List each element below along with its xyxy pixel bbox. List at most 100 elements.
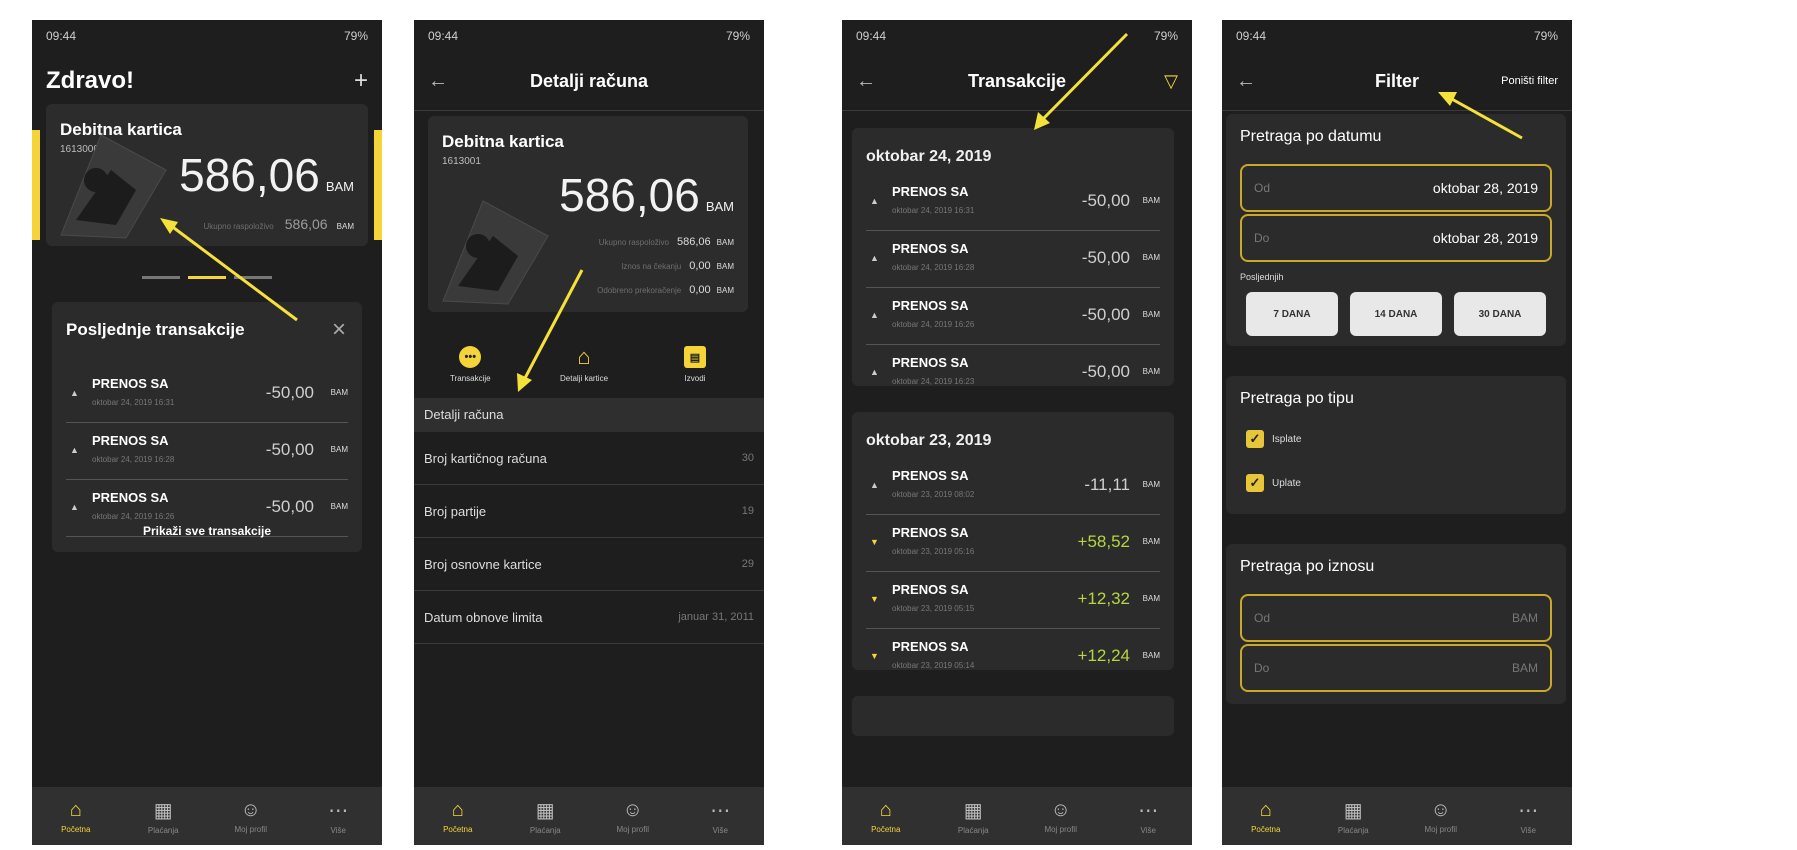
list-item[interactable]: ▲ PRENOS SA oktobar 24, 2019 16:28 -50,00 BA… — [866, 231, 1160, 288]
list-item[interactable]: ▲ PRENOS SA oktobar 24, 2019 16:23 -50,00 BA… — [866, 345, 1160, 401]
pager-dot-3[interactable] — [234, 276, 272, 279]
transactions-button[interactable]: ••• Transakcije — [450, 346, 491, 383]
detail-row[interactable]: Broj partije 19 — [414, 485, 764, 538]
recent-transactions-panel: Posljednje transakcije × ▲ PRENOS SA okt… — [52, 302, 362, 552]
to-value: oktobar 28, 2019 — [1432, 230, 1538, 246]
card-pager-right[interactable] — [374, 130, 382, 240]
nav-more[interactable]: ⋯ Više — [1105, 787, 1193, 845]
amount-from-field[interactable]: Od BAM — [1240, 594, 1552, 642]
pager-dot-1[interactable] — [142, 276, 180, 279]
nav-profile[interactable]: ☺ Moj profil — [1397, 787, 1485, 845]
status-bar: 09:44 79% — [842, 20, 1192, 52]
details-section: Detalji računa Broj kartičnog računa 30 B… — [414, 398, 764, 644]
list-item[interactable]: ▲ PRENOS SA oktobar 24, 2019 16:31 -50,00 BA… — [866, 174, 1160, 231]
nav-profile[interactable]: ☺ Moj profil — [207, 787, 295, 845]
to-label: Do — [1254, 231, 1270, 245]
nav-payments[interactable]: ▦ Plaćanja — [930, 787, 1018, 845]
list-item[interactable]: ▲ PRENOS SA oktobar 23, 2019 08:02 -11,11 BA… — [866, 458, 1160, 515]
card-pager-left[interactable] — [32, 130, 40, 240]
nav-more[interactable]: ⋯ Više — [295, 787, 383, 845]
transaction-group-partial — [852, 696, 1174, 736]
nav-more[interactable]: ⋯ Više — [677, 787, 765, 845]
payments-icon: ▦ — [1343, 799, 1363, 822]
card-details-button[interactable]: ⌂ Detalji kartice — [560, 344, 609, 383]
statements-button[interactable]: ▤ Izvodi — [684, 346, 706, 383]
home-icon: ⌂ — [1259, 798, 1272, 821]
tx-currency: BAM — [330, 445, 348, 454]
detail-row[interactable]: Broj osnovne kartice 29 — [414, 538, 764, 591]
tx-date: oktobar 24, 2019 16:26 — [92, 512, 175, 521]
detail-row[interactable]: Broj kartičnog računa 30 — [414, 432, 764, 485]
reset-filter-button[interactable]: Poništi filter — [1501, 75, 1558, 87]
show-all-button[interactable]: Prikaži sve transakcije — [52, 524, 362, 538]
tx-date: oktobar 23, 2019 05:16 — [892, 547, 975, 556]
nav-home[interactable]: ⌂ Početna — [842, 787, 930, 845]
filter-icon[interactable]: ▽ — [1164, 71, 1178, 92]
debit-card[interactable]: Debitna kartica 1613000 586,06 BAM Ukupno… — [46, 104, 368, 246]
date-from-field[interactable]: Od oktobar 28, 2019 — [1240, 164, 1552, 212]
nav-home[interactable]: ⌂ Početna — [1222, 787, 1310, 845]
debit-card[interactable]: Debitna kartica 1613001 586,06 BAM Ukupno… — [428, 116, 748, 312]
tx-title: PRENOS SA — [892, 298, 969, 313]
detail-value: 586,06 — [677, 236, 711, 248]
deposits-label: Uplate — [1272, 477, 1301, 489]
tx-value: -50,00 — [265, 497, 314, 516]
status-time: 09:44 — [1236, 29, 1267, 43]
chip-30-days[interactable]: 30 DANA — [1454, 292, 1546, 336]
chip-14-days[interactable]: 14 DANA — [1350, 292, 1442, 336]
nav-profile[interactable]: ☺ Moj profil — [589, 787, 677, 845]
list-item[interactable]: ▲ PRENOS SA oktobar 24, 2019 16:26 -50,00 BA… — [866, 288, 1160, 345]
nav-more-label: Više — [1520, 825, 1536, 835]
nav-profile[interactable]: ☺ Moj profil — [1017, 787, 1105, 845]
list-item[interactable]: ▼ PRENOS SA oktobar 23, 2019 05:15 +12,32 BA… — [866, 572, 1160, 629]
status-time: 09:44 — [856, 29, 887, 43]
amount-to-field[interactable]: Do BAM — [1240, 644, 1552, 692]
row-label: Datum obnove limita — [424, 609, 543, 625]
list-item[interactable]: ▲ PRENOS SA oktobar 24, 2019 16:31 -50,0… — [66, 366, 348, 423]
nav-payments[interactable]: ▦ Plaćanja — [120, 787, 208, 845]
app-bar: Zdravo! + — [32, 52, 382, 110]
date-to-field[interactable]: Do oktobar 28, 2019 — [1240, 214, 1552, 262]
card-details-label: Detalji kartice — [560, 374, 609, 383]
add-icon[interactable]: + — [354, 67, 368, 95]
nav-profile-label: Moj profil — [234, 824, 267, 834]
checkbox-deposits[interactable]: ✓ Uplate — [1246, 474, 1301, 492]
list-item[interactable]: ▲ PRENOS SA oktobar 24, 2019 16:28 -50,0… — [66, 423, 348, 480]
nav-payments[interactable]: ▦ Plaćanja — [1310, 787, 1398, 845]
amount-to-currency: BAM — [1511, 661, 1538, 675]
status-battery: 79% — [343, 29, 368, 43]
nav-more-label: Više — [330, 825, 346, 835]
nav-home[interactable]: ⌂ Početna — [32, 787, 120, 845]
list-item[interactable]: ▼ PRENOS SA oktobar 23, 2019 05:16 +58,52 BA… — [866, 515, 1160, 572]
nav-profile-label: Moj profil — [1044, 824, 1077, 834]
close-icon[interactable]: × — [332, 316, 346, 344]
tx-currency: BAM — [1142, 310, 1160, 319]
card-balance-value: 586,06 — [559, 169, 700, 221]
tx-date: oktobar 23, 2019 05:14 — [892, 661, 975, 670]
available-value: 586,06 — [284, 216, 328, 232]
row-value: 19 — [741, 505, 754, 517]
checkbox-payouts[interactable]: ✓ Isplate — [1246, 430, 1301, 448]
divider — [414, 110, 764, 111]
outgoing-arrow-icon: ▲ — [70, 502, 79, 512]
nav-more[interactable]: ⋯ Više — [1485, 787, 1573, 845]
phone-screen-home: 09:44 79% Zdravo! + Debitna kartica 1613… — [32, 20, 382, 845]
detail-row[interactable]: Datum obnove limita januar 31, 2011 — [414, 591, 764, 644]
tx-value: +12,24 — [1077, 646, 1130, 665]
detail-currency: BAM — [716, 262, 734, 271]
profile-icon: ☺ — [1430, 798, 1451, 821]
pager-dot-2[interactable] — [188, 276, 226, 279]
recent-list: ▲ PRENOS SA oktobar 24, 2019 16:31 -50,0… — [52, 366, 362, 537]
amount-filter-panel: Pretraga po iznosu Od BAM Do BAM — [1226, 544, 1566, 704]
nav-home[interactable]: ⌂ Početna — [414, 787, 502, 845]
chip-7-days[interactable]: 7 DANA — [1246, 292, 1338, 336]
nav-payments[interactable]: ▦ Plaćanja — [502, 787, 590, 845]
status-bar: 09:44 79% — [1222, 20, 1572, 52]
incoming-arrow-icon: ▼ — [870, 537, 879, 547]
tx-title: PRENOS SA — [92, 376, 169, 391]
tx-value: -50,00 — [265, 440, 314, 459]
tx-value: -50,00 — [1081, 248, 1130, 267]
tx-date: oktobar 24, 2019 16:26 — [892, 320, 975, 329]
list-item[interactable]: ▼ PRENOS SA oktobar 23, 2019 05:14 +12,24 BA… — [866, 629, 1160, 685]
tx-date: oktobar 24, 2019 16:28 — [892, 263, 975, 272]
